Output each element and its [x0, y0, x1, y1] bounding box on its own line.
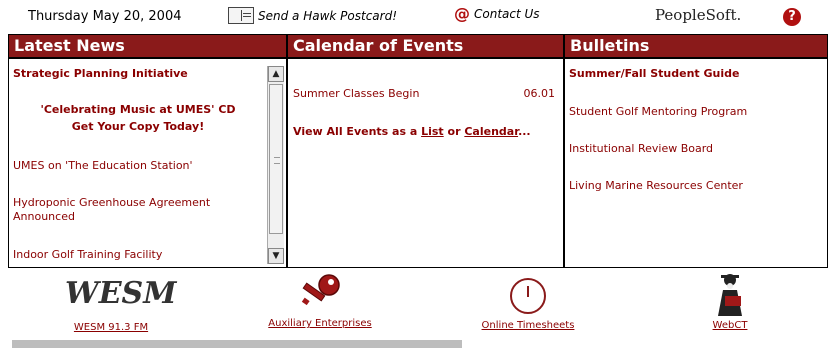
or-text: or: [443, 125, 465, 138]
view-prefix: View All Events as a: [293, 125, 422, 138]
send-postcard-link[interactable]: Send a Hawk Postcard!: [228, 7, 397, 24]
timesheets-label: Online Timesheets: [481, 320, 575, 331]
latest-news-panel: Latest News Strategic Planning Initiativ…: [9, 35, 286, 267]
webct-link[interactable]: WebCT: [709, 272, 751, 331]
event-name: Summer Classes Begin: [293, 87, 420, 100]
news-item-golf[interactable]: Indoor Golf Training Facility: [13, 248, 162, 261]
postcard-icon: [228, 7, 254, 24]
bulletin-golf-mentoring[interactable]: Student Golf Mentoring Program: [569, 105, 747, 118]
footer-bar: [12, 340, 462, 348]
news-item-get-copy[interactable]: Get Your Copy Today!: [13, 120, 263, 133]
scroll-up-icon[interactable]: ▲: [268, 66, 284, 82]
help-icon[interactable]: ?: [783, 8, 801, 26]
calendar-title: Calendar of Events: [288, 35, 563, 59]
calendar-link[interactable]: Calendar: [464, 125, 518, 138]
content-panels: Latest News Strategic Planning Initiativ…: [8, 34, 828, 268]
auxiliary-link[interactable]: Auxiliary Enterprises: [258, 272, 382, 329]
bulletin-review-board[interactable]: Institutional Review Board: [569, 142, 713, 155]
event-date: 06.01: [523, 87, 556, 100]
timesheets-link[interactable]: Online Timesheets: [473, 272, 583, 331]
bulletin-marine-center[interactable]: Living Marine Resources Center: [569, 179, 743, 192]
at-sign-icon: @: [454, 4, 470, 23]
current-date: Thursday May 20, 2004: [28, 9, 182, 24]
bulletin-student-guide[interactable]: Summer/Fall Student Guide: [569, 67, 739, 80]
news-scrollbar[interactable]: ▲ ▼: [267, 66, 284, 264]
postcard-label: Send a Hawk Postcard!: [258, 8, 398, 23]
news-item-music-cd[interactable]: 'Celebrating Music at UMES' CD: [13, 103, 263, 116]
calendar-panel: Calendar of Events Summer Classes Begin …: [288, 35, 563, 267]
contact-us-link[interactable]: @ Contact Us: [454, 4, 540, 23]
webct-icon: [709, 272, 751, 318]
news-item-strategic[interactable]: Strategic Planning Initiative: [13, 67, 188, 80]
scroll-thumb[interactable]: [269, 84, 283, 234]
latest-news-title: Latest News: [9, 35, 286, 59]
view-all-events: View All Events as a List or Calendar...: [293, 125, 531, 138]
contact-label: Contact Us: [474, 7, 540, 21]
peoplesoft-logo: PeopleSoft.: [655, 6, 742, 24]
key-icon: [297, 272, 343, 316]
wesm-link[interactable]: WESM WESM 91.3 FM: [65, 272, 177, 333]
calendar-event[interactable]: Summer Classes Begin 06.01: [293, 87, 555, 100]
news-item-greenhouse[interactable]: Hydroponic Greenhouse Agreement Announce…: [13, 196, 248, 224]
bulletins-panel: Bulletins Summer/Fall Student Guide Stud…: [565, 35, 827, 267]
bulletins-title: Bulletins: [565, 35, 827, 59]
list-link[interactable]: List: [421, 125, 444, 138]
ellipsis: ...: [518, 125, 531, 138]
quick-links: WESM WESM 91.3 FM Auxiliary Enterprises …: [0, 272, 832, 348]
wesm-logo-icon: WESM: [65, 276, 177, 311]
news-item-education-station[interactable]: UMES on 'The Education Station': [13, 159, 193, 172]
auxiliary-label: Auxiliary Enterprises: [268, 318, 372, 329]
webct-label: WebCT: [712, 320, 748, 331]
clock-icon: [510, 278, 546, 314]
scroll-down-icon[interactable]: ▼: [268, 248, 284, 264]
top-bar: Thursday May 20, 2004 Send a Hawk Postca…: [0, 0, 832, 34]
wesm-label: WESM 91.3 FM: [73, 322, 149, 333]
